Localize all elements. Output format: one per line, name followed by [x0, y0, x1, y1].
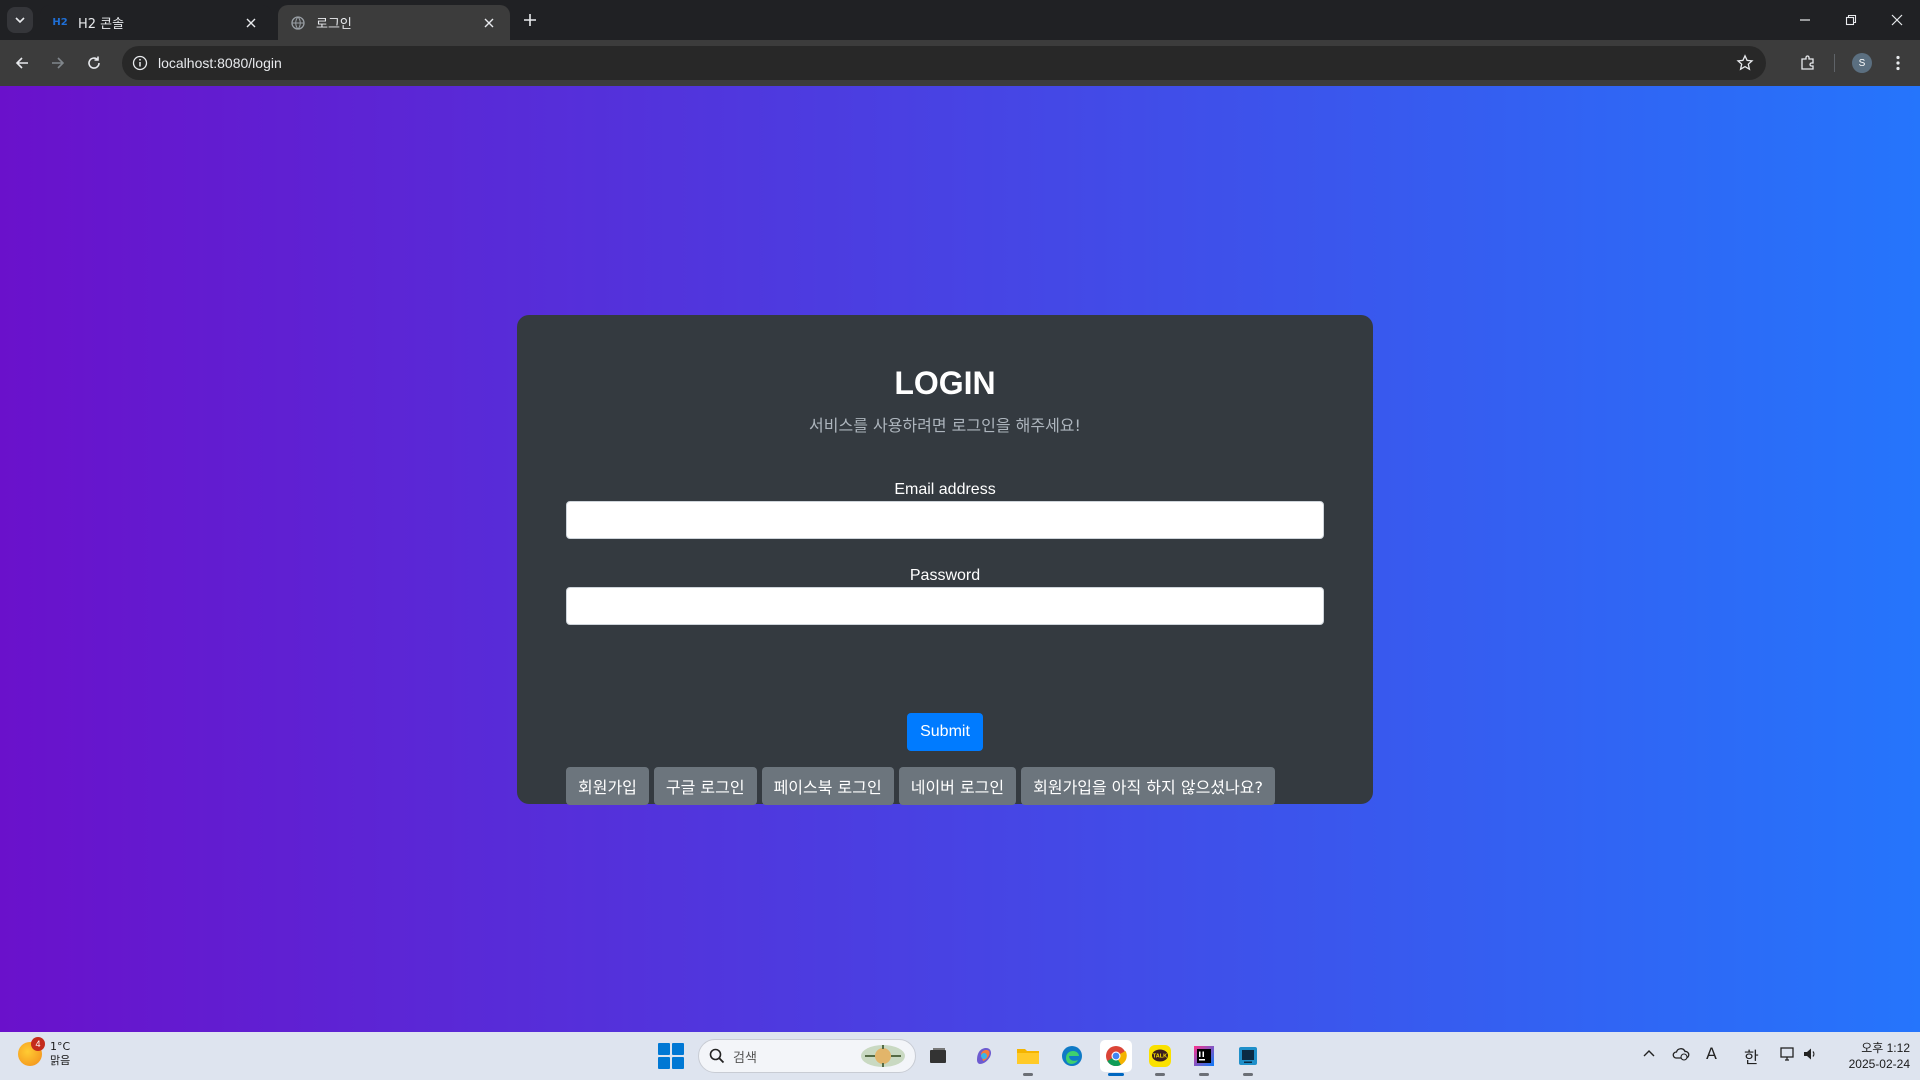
sun-icon: 4	[18, 1037, 45, 1066]
volume-icon	[1804, 1048, 1815, 1060]
reload-icon	[88, 56, 100, 69]
ime-mode-indicator[interactable]: A	[1706, 1044, 1717, 1063]
intellij-button[interactable]	[1188, 1040, 1220, 1076]
search-icon	[709, 1048, 725, 1064]
page-subtitle: 서비스를 사용하려면 로그인을 해주세요!	[809, 416, 1081, 435]
toolbar-divider	[1834, 54, 1835, 72]
intellij-icon	[1194, 1046, 1214, 1066]
plus-icon	[524, 14, 536, 26]
google-login-button[interactable]: 구글 로그인	[653, 767, 757, 805]
browser-menu-button[interactable]	[1884, 49, 1912, 77]
close-icon	[1891, 14, 1903, 26]
close-icon[interactable]	[480, 14, 498, 32]
notification-badge: 4	[31, 1037, 45, 1051]
terminal-app-button[interactable]	[1232, 1040, 1264, 1076]
minimize-button[interactable]	[1782, 0, 1828, 40]
clock-time: 오후 1:12	[1861, 1041, 1910, 1055]
avatar: S	[1852, 53, 1872, 73]
profile-button[interactable]: S	[1848, 49, 1876, 77]
email-label: Email address	[894, 481, 996, 498]
weather-condition: 맑음	[50, 1054, 71, 1067]
address-bar[interactable]: localhost:8080/login	[122, 46, 1766, 80]
reload-button[interactable]	[80, 49, 108, 77]
taskbar: 4 1°C 맑음 검색 TALK A 한 오후 1:12 2025-02-24	[0, 1032, 1920, 1080]
file-explorer-button[interactable]	[1012, 1040, 1044, 1076]
chevron-up-icon	[1643, 1050, 1655, 1057]
search-placeholder: 검색	[733, 1050, 757, 1066]
back-button[interactable]	[8, 49, 36, 77]
weather-widget[interactable]: 4 1°C 맑음	[18, 1037, 71, 1068]
browser-toolbar: localhost:8080/login S	[0, 40, 1920, 86]
more-vertical-icon	[1896, 55, 1900, 71]
arrow-left-icon	[15, 57, 28, 69]
email-field[interactable]	[566, 501, 1324, 539]
new-tab-button[interactable]	[518, 8, 542, 32]
taskbar-search[interactable]: 검색	[698, 1039, 916, 1073]
arrow-right-icon	[52, 57, 65, 69]
page-background: LOGIN 서비스를 사용하려면 로그인을 해주세요! Email addres…	[0, 86, 1920, 1032]
app-window-icon	[1239, 1047, 1257, 1065]
kakaotalk-button[interactable]: TALK	[1144, 1040, 1176, 1076]
bookmark-star-icon[interactable]	[1736, 54, 1754, 72]
naver-login-button[interactable]: 네이버 로그인	[898, 767, 1017, 805]
restore-button[interactable]	[1828, 0, 1874, 40]
task-view-icon	[930, 1048, 946, 1063]
edge-icon	[1062, 1046, 1082, 1066]
browser-tab-bar: H2 H2 콘솔 로그인	[0, 0, 1920, 40]
minimize-icon	[1800, 19, 1810, 21]
globe-icon	[290, 15, 306, 31]
chevron-down-icon	[15, 17, 25, 24]
network-volume-button[interactable]	[1780, 1046, 1817, 1066]
h2-favicon-icon: H2	[52, 17, 68, 28]
edge-button[interactable]	[1056, 1040, 1088, 1072]
password-field[interactable]	[566, 587, 1324, 625]
copilot-icon	[977, 1048, 991, 1064]
folder-icon	[1017, 1049, 1039, 1064]
weather-temperature: 1°C	[50, 1040, 71, 1053]
site-info-icon[interactable]	[132, 55, 148, 71]
start-button[interactable]	[658, 1043, 684, 1069]
chrome-icon	[1106, 1046, 1127, 1067]
tab-title: 로그인	[316, 17, 352, 32]
tray-overflow-button[interactable]	[1642, 1046, 1656, 1065]
clock-date: 2025-02-24	[1848, 1057, 1910, 1071]
ime-language-indicator[interactable]: 한	[1744, 1044, 1759, 1068]
puzzle-icon	[1801, 55, 1814, 70]
kakaotalk-label: TALK	[1153, 1054, 1167, 1060]
close-window-button[interactable]	[1874, 0, 1920, 40]
onedrive-tray-button[interactable]	[1672, 1046, 1690, 1066]
facebook-login-button[interactable]: 페이스북 로그인	[761, 767, 894, 805]
signup-button[interactable]: 회원가입	[566, 767, 649, 805]
tab-title: H2 콘솔	[78, 17, 125, 32]
forward-button[interactable]	[44, 49, 72, 77]
close-icon[interactable]	[242, 14, 260, 32]
submit-button[interactable]: Submit	[907, 713, 983, 751]
extensions-button[interactable]	[1794, 49, 1822, 77]
copilot-button[interactable]	[968, 1040, 1000, 1072]
network-icon	[1780, 1047, 1794, 1061]
tab-search-button[interactable]	[7, 7, 33, 33]
auth-actions: 회원가입 구글 로그인 페이스북 로그인 네이버 로그인 회원가입을 아직 하지…	[566, 767, 1275, 805]
not-registered-button[interactable]: 회원가입을 아직 하지 않으셨나요?	[1021, 767, 1275, 805]
task-view-button[interactable]	[922, 1040, 954, 1072]
kakaotalk-icon: TALK	[1149, 1045, 1171, 1067]
tab-login[interactable]: 로그인	[278, 5, 510, 40]
restore-icon	[1845, 14, 1857, 26]
chrome-button[interactable]	[1100, 1040, 1132, 1076]
windows-logo-icon	[658, 1043, 670, 1055]
tab-h2-console[interactable]: H2 H2 콘솔	[40, 5, 272, 40]
login-card: LOGIN 서비스를 사용하려면 로그인을 해주세요! Email addres…	[517, 315, 1373, 805]
url-text: localhost:8080/login	[158, 55, 282, 71]
password-label: Password	[909, 567, 981, 584]
system-clock[interactable]: 오후 1:12 2025-02-24	[1830, 1040, 1910, 1072]
search-highlight-icon	[861, 1045, 905, 1067]
cloud-sync-icon	[1672, 1048, 1690, 1061]
page-title: LOGIN	[894, 365, 996, 401]
